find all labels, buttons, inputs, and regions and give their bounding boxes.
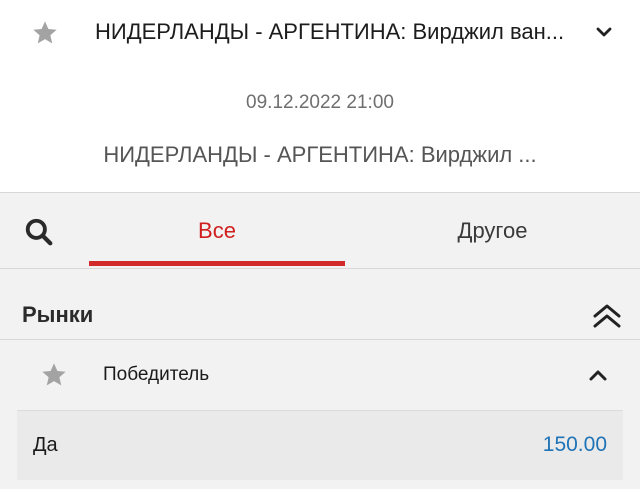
search-icon xyxy=(25,218,53,246)
outcomes-area: Да 150.00 xyxy=(0,410,640,489)
outcome-odds: 150.00 xyxy=(542,433,607,456)
chevron-up-icon[interactable] xyxy=(587,365,609,385)
top-bar: НИДЕРЛАНДЫ - АРГЕНТИНА: Вирджил ван... xyxy=(0,0,640,66)
double-chevron-up-icon[interactable] xyxy=(590,302,624,330)
active-tab-indicator xyxy=(89,261,345,266)
tab-label: Другое xyxy=(457,218,528,243)
tab-all[interactable]: Все xyxy=(89,193,345,268)
markets-title: Рынки xyxy=(22,302,94,327)
tab-other[interactable]: Другое xyxy=(345,193,640,268)
outcome-name: Да xyxy=(33,434,58,456)
search-button[interactable] xyxy=(0,193,80,268)
event-header: 09.12.2022 21:00 НИДЕРЛАНДЫ - АРГЕНТИНА:… xyxy=(0,66,640,192)
star-icon[interactable] xyxy=(40,361,68,389)
event-name: НИДЕРЛАНДЫ - АРГЕНТИНА: Вирджил ... xyxy=(103,142,537,167)
outcome-button[interactable]: Да 150.00 xyxy=(17,410,623,480)
event-date: 09.12.2022 21:00 xyxy=(246,92,394,113)
markets-header: Рынки xyxy=(0,269,640,340)
tab-label: Все xyxy=(198,218,236,243)
market-row-winner[interactable]: Победитель xyxy=(0,340,640,410)
event-title: НИДЕРЛАНДЫ - АРГЕНТИНА: Вирджил ван... xyxy=(95,19,565,44)
tabs-bar: Все Другое xyxy=(0,192,640,269)
star-icon[interactable] xyxy=(31,19,59,47)
market-title: Победитель xyxy=(103,364,210,385)
chevron-down-icon[interactable] xyxy=(594,22,614,42)
